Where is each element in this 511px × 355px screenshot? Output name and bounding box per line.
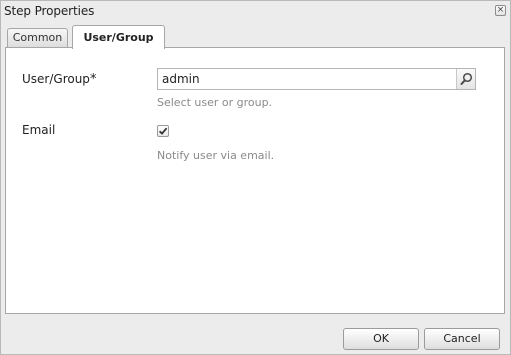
tab-panel: User/Group* Select user or group. Email …: [5, 47, 505, 314]
dialog-footer: OK Cancel: [1, 315, 510, 354]
ok-button[interactable]: OK: [343, 328, 419, 350]
user-group-input[interactable]: [158, 69, 456, 89]
tab-common[interactable]: Common: [7, 28, 68, 48]
user-group-search-button[interactable]: [456, 69, 475, 89]
email-checkbox[interactable]: [157, 125, 169, 137]
user-group-label: User/Group*: [22, 72, 96, 87]
title-bar: Step Properties ×: [1, 1, 510, 23]
search-icon: [460, 72, 473, 85]
checkmark-icon: [158, 127, 168, 135]
close-button[interactable]: ×: [495, 5, 506, 16]
tab-strip: Common User/Group: [7, 25, 505, 49]
step-properties-dialog: Step Properties × Common User/Group User…: [0, 0, 511, 355]
user-group-field: [157, 68, 476, 90]
user-group-label-text: User/Group: [22, 72, 90, 86]
email-hint: Notify user via email.: [157, 149, 275, 162]
dialog-title: Step Properties: [4, 4, 95, 18]
tab-user-group[interactable]: User/Group: [72, 25, 165, 49]
cancel-button[interactable]: Cancel: [424, 328, 500, 350]
close-icon: ×: [496, 5, 505, 15]
email-label: Email: [22, 123, 56, 137]
user-group-hint: Select user or group.: [157, 96, 273, 109]
required-marker: *: [89, 72, 97, 87]
